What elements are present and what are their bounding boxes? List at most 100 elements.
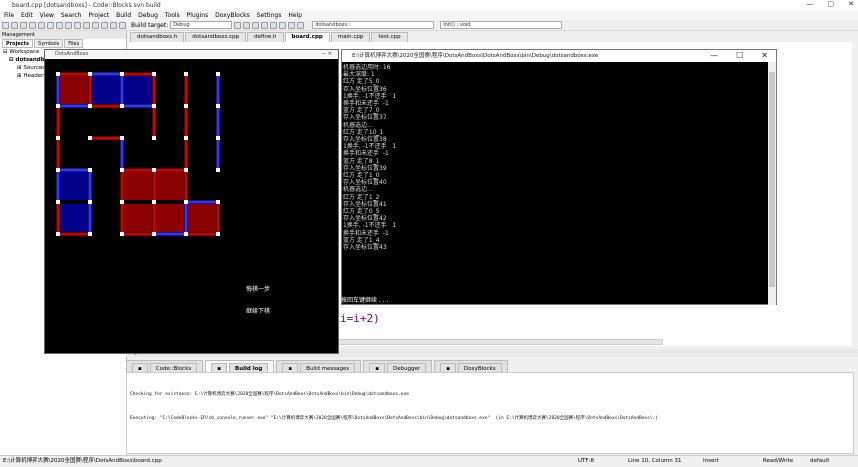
board-dot <box>152 72 156 76</box>
status-mode: Insert <box>703 458 719 464</box>
console-scrollbar[interactable] <box>768 62 776 305</box>
console-line: 蓝方 走了1_4 <box>343 236 380 244</box>
menu-debug[interactable]: Debug <box>138 12 158 19</box>
tab-test-cpp[interactable]: test.cpp <box>371 32 408 42</box>
debug-icon[interactable] <box>234 21 242 29</box>
break-icon[interactable] <box>279 21 287 29</box>
console-line: 红方 走了10_1 <box>343 128 384 136</box>
step-into-icon[interactable] <box>261 21 269 29</box>
build-icon[interactable] <box>83 21 90 29</box>
captured-box <box>124 76 152 104</box>
menu-tools[interactable]: Tools <box>165 12 180 19</box>
save-all-icon[interactable] <box>29 21 36 29</box>
console-line: 1换手, -1不还手 1 <box>343 143 397 151</box>
board-dot <box>88 200 92 204</box>
console-line: 存入坐标位置38 <box>343 136 387 144</box>
menu-edit[interactable]: Edit <box>21 12 33 19</box>
board-dot <box>56 232 60 236</box>
paste-icon[interactable] <box>56 21 63 29</box>
console-line: 存入坐标位置39 <box>343 164 387 172</box>
abort-icon[interactable] <box>119 21 126 29</box>
build-run-icon[interactable] <box>101 21 108 29</box>
board-dot <box>56 200 60 204</box>
minimize-icon[interactable]: — <box>807 0 814 8</box>
tab-define-h[interactable]: define.h <box>247 32 284 42</box>
stop-debug-icon[interactable] <box>288 21 296 29</box>
run-to-cursor-icon[interactable] <box>243 21 251 29</box>
board-dot <box>88 232 92 236</box>
console-line: 红方 走了1_2 <box>343 193 380 201</box>
find-icon[interactable] <box>65 21 72 29</box>
captured-box <box>188 204 216 232</box>
rebuild-icon[interactable] <box>110 21 117 29</box>
menu-help[interactable]: Help <box>288 12 302 19</box>
tab-dotsandboxs-h[interactable]: dotsandboxs.h <box>130 32 185 42</box>
tab-dotsandboxs-cpp[interactable]: dotsandboxs.cpp <box>185 32 247 42</box>
board-dot <box>152 104 156 108</box>
board-dot <box>184 200 188 204</box>
captured-box <box>156 172 184 200</box>
replace-icon[interactable] <box>74 21 81 29</box>
game-board[interactable] <box>45 59 340 354</box>
new-file-icon[interactable] <box>2 21 9 29</box>
board-dot <box>120 232 124 236</box>
status-position: Line 10, Column 31 <box>628 458 682 464</box>
build-target-select[interactable]: Debug <box>170 21 233 29</box>
board-dot <box>216 72 220 76</box>
tab-board-cpp[interactable]: board.cpp <box>284 32 330 42</box>
next-line-icon[interactable] <box>252 21 260 29</box>
console-line: 换手和未还手 -1 <box>343 150 389 158</box>
console-line: 存入坐标位置42 <box>343 215 387 223</box>
step-out-icon[interactable] <box>270 21 278 29</box>
captured-box <box>124 204 152 232</box>
scope-select[interactable]: dotsandboxs:: <box>312 21 435 29</box>
console-line: 存入坐标位置37 <box>343 114 387 122</box>
board-dot <box>184 168 188 172</box>
status-encoding: UTF-8 <box>578 458 595 464</box>
console-line: 最大深度: 1 <box>343 71 375 79</box>
console-maximize-icon[interactable]: ☐ <box>736 50 743 62</box>
close-icon[interactable]: ✕ <box>848 0 854 8</box>
menu-settings[interactable]: Settings <box>257 12 282 19</box>
menu-plugins[interactable]: Plugins <box>187 12 209 19</box>
board-dot <box>216 136 220 140</box>
tab-files[interactable]: Files <box>64 39 84 48</box>
run-icon[interactable] <box>92 21 99 29</box>
tab-symbols[interactable]: Symbols <box>34 39 64 48</box>
console-line: 存入坐标位置36 <box>343 85 387 93</box>
save-icon[interactable] <box>20 21 27 29</box>
code-text: i=i+2) <box>340 312 380 325</box>
open-file-icon[interactable] <box>11 21 18 29</box>
menu-doxyblocks[interactable]: DoxyBlocks <box>215 12 250 19</box>
console-line: 蓝方 走了8_1 <box>343 157 380 165</box>
function-select[interactable]: Init() : void <box>440 21 563 29</box>
tab-main-cpp[interactable]: main.cpp <box>330 32 371 42</box>
tab-projects[interactable]: Projects <box>2 39 34 48</box>
console-close-icon[interactable]: ✕ <box>761 50 768 62</box>
board-dot <box>56 104 60 108</box>
console-line: 存入坐标位置43 <box>343 244 387 252</box>
menu-build[interactable]: Build <box>116 12 131 19</box>
copy-icon[interactable] <box>47 21 54 29</box>
undo-button[interactable]: 悔棋一步 <box>246 284 270 293</box>
game-close-icon[interactable]: — ✕ <box>321 50 332 59</box>
debug-windows-icon[interactable] <box>297 21 305 29</box>
menu-file[interactable]: File <box>4 12 14 19</box>
log-line: Executing: "C:\CodeBlocks-EP/cb_console_… <box>130 416 658 421</box>
game-window-title: DotsAndBoxs <box>55 51 89 57</box>
console-output: 机器选边用时: 16 最大深度: 1 红方 走了5_0 存入坐标位置36 1换手, -1… <box>343 64 767 251</box>
console-line: 换手和未还手 -1 <box>343 229 389 237</box>
board-dot <box>56 72 60 76</box>
log-line: Checking for existence: E:\计算机博弈大赛\2020全… <box>130 392 409 397</box>
board-dot <box>184 104 188 108</box>
console-line: 1换手, -1不还手 1 <box>343 222 397 230</box>
continue-button[interactable]: 继续下棋 <box>246 306 270 315</box>
maximize-icon[interactable]: ▢ <box>828 0 835 8</box>
menu-search[interactable]: Search <box>61 12 82 19</box>
menu-view[interactable]: View <box>40 12 54 19</box>
console-minimize-icon[interactable]: — <box>710 50 718 62</box>
menu-project[interactable]: Project <box>89 12 110 19</box>
console-line: 存入坐标位置41 <box>343 200 387 208</box>
console-window: E:\计算机博弈大赛\2020全国赛\程序\DotsAndBoxs\DotsAn… <box>341 49 777 305</box>
cut-icon[interactable] <box>38 21 45 29</box>
